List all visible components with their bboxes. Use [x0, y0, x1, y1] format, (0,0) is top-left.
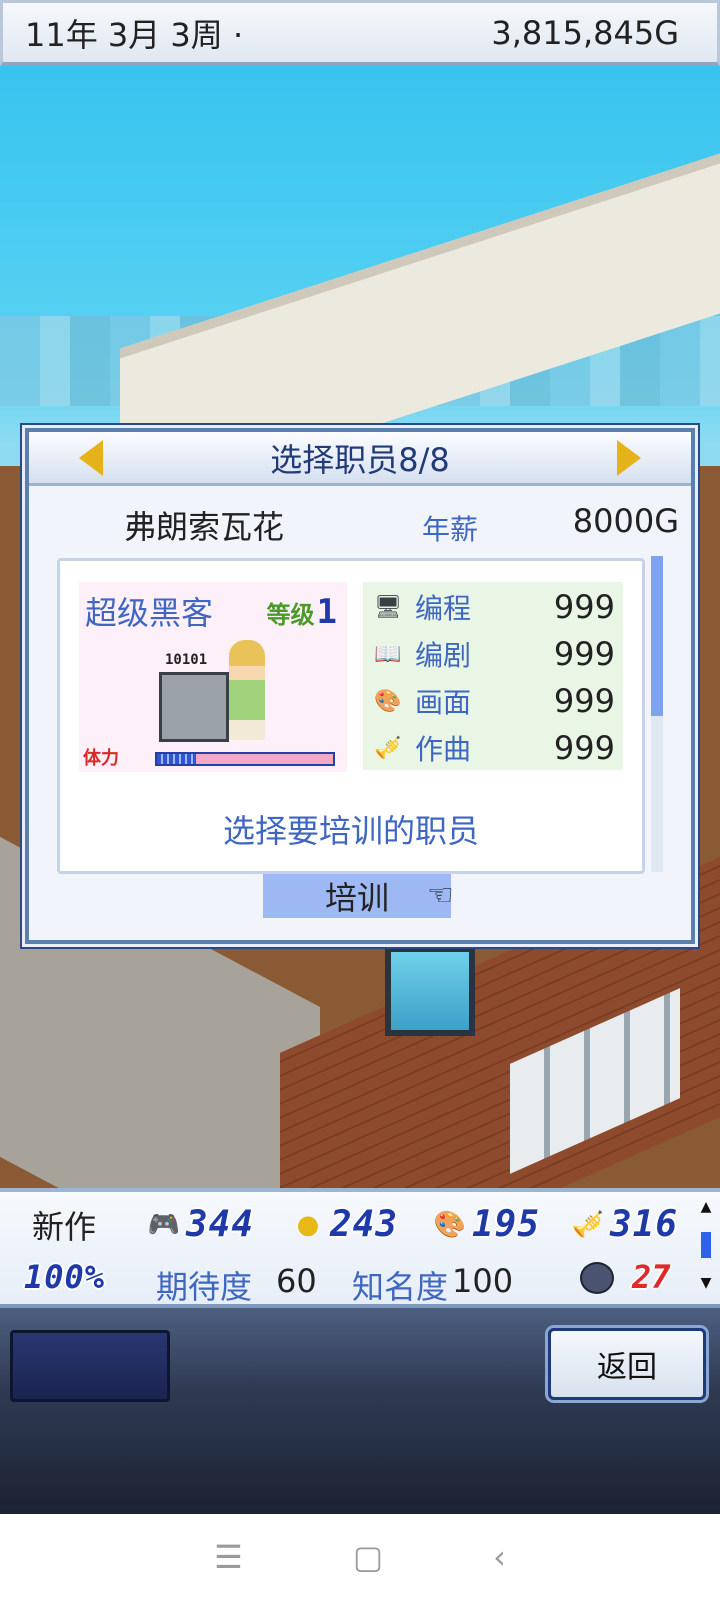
- resource-value: 243: [330, 1204, 399, 1245]
- resource-sound: 🎺 316: [568, 1204, 678, 1245]
- stat-label: 画面: [415, 686, 472, 719]
- back-icon[interactable]: ‹: [493, 1538, 506, 1576]
- empty-command-slot[interactable]: [10, 1330, 170, 1402]
- stat-row-graphics: 🎨 画面 999: [363, 678, 623, 724]
- resource-value: 344: [186, 1204, 255, 1245]
- panel-scroll-thumb[interactable]: [651, 556, 663, 716]
- resource-value: 195: [472, 1204, 541, 1245]
- employee-sprite: [229, 640, 265, 740]
- scroll-down-icon[interactable]: ▼: [700, 1276, 712, 1290]
- job-card: 超级黑客 等级 1 10101 体力: [79, 582, 347, 772]
- stat-row-programming: 🖥 编程 999: [363, 584, 623, 630]
- next-arrow-icon[interactable]: [617, 440, 641, 476]
- employee-name: 弗朗索瓦花: [124, 508, 285, 546]
- bug-count: 27: [632, 1258, 671, 1296]
- employee-info: 弗朗索瓦花 年薪 8000G: [29, 502, 699, 548]
- info-scroll-thumb[interactable]: [701, 1232, 711, 1258]
- instruction-text: 选择要培训的职员: [222, 812, 479, 850]
- stat-label: 编剧: [415, 639, 472, 672]
- bug-icon: [580, 1262, 614, 1294]
- stat-value: 999: [553, 588, 615, 626]
- expectation-label: 期待度: [156, 1268, 253, 1306]
- dialog-title: 选择职员8/8: [270, 440, 450, 479]
- expectation-value: 60: [276, 1262, 317, 1300]
- job-name: 超级黑客: [85, 594, 214, 632]
- stat-value: 999: [553, 729, 615, 767]
- back-button-label: 返回: [597, 1350, 657, 1385]
- stat-value: 999: [553, 682, 615, 720]
- back-button[interactable]: 返回: [548, 1328, 706, 1400]
- resource-graphics: 🎨 195: [430, 1204, 540, 1245]
- stamina-label: 体力: [83, 748, 119, 769]
- trumpet-icon: 🎺: [571, 1209, 605, 1240]
- stats-panel: 🖥 编程 999 📖 编剧 999 🎨 画面 999 🎺 作曲 999: [363, 582, 623, 770]
- screen-text: 10101: [165, 652, 208, 668]
- coin-icon: ●: [296, 1209, 320, 1240]
- stat-label: 作曲: [415, 733, 472, 766]
- stamina-fill: [157, 754, 196, 764]
- computer-desk-icon: [159, 672, 229, 742]
- stat-label: 编程: [415, 592, 472, 625]
- stat-row-scenario: 📖 编剧 999: [363, 631, 623, 677]
- stat-row-sound: 🎺 作曲 999: [363, 725, 623, 771]
- fame-label: 知名度: [352, 1268, 449, 1306]
- train-button-label: 培训: [324, 879, 389, 917]
- salary-label: 年薪: [422, 513, 479, 546]
- project-info-bar[interactable]: 新作 100% 🎮 344 ● 243 🎨 195 🎺 316 期待度 60 知…: [0, 1188, 720, 1308]
- computer-icon: 🖥: [374, 594, 402, 620]
- command-area: 返回: [0, 1308, 720, 1514]
- game-date: 11年 3月 3周 ·: [25, 15, 244, 54]
- aquarium[interactable]: [385, 946, 475, 1036]
- trumpet-icon: 🎺: [374, 735, 402, 761]
- resource-fun: 🎮 344: [144, 1204, 254, 1245]
- train-button[interactable]: 培训: [263, 874, 451, 918]
- menu-icon[interactable]: ☰: [214, 1538, 243, 1576]
- stamina-bar: [155, 752, 335, 766]
- project-progress: 100%: [24, 1258, 106, 1296]
- pointing-hand-icon: ☜: [427, 878, 454, 913]
- paint-icon: 🎨: [374, 688, 402, 714]
- resource-creativity: ● 243: [288, 1204, 398, 1245]
- prev-arrow-icon[interactable]: [79, 440, 103, 476]
- salary-value: 8000G: [572, 502, 679, 540]
- status-bar: 11年 3月 3周 · 3,815,845G: [0, 0, 720, 66]
- fame-value: 100: [452, 1262, 514, 1300]
- scroll-up-icon[interactable]: ▲: [700, 1200, 712, 1214]
- stat-value: 999: [553, 635, 615, 673]
- money-amount: 3,815,845G: [491, 13, 679, 52]
- level-value: 1: [316, 592, 337, 632]
- project-title: 新作: [32, 1208, 97, 1246]
- book-icon: 📖: [374, 641, 402, 667]
- paint-icon: 🎨: [433, 1209, 467, 1240]
- select-staff-dialog: 选择职员8/8 弗朗索瓦花 年薪 8000G 超级黑客 等级 1 10101 体…: [25, 428, 695, 944]
- controller-icon: 🎮: [147, 1209, 181, 1240]
- level-label: 等级: [266, 601, 315, 629]
- level-badge: 等级 1: [267, 592, 337, 632]
- home-icon[interactable]: ▢: [353, 1538, 383, 1576]
- resource-value: 316: [610, 1204, 679, 1245]
- system-nav-bar: ☰ ▢ ‹: [0, 1514, 720, 1600]
- dialog-header: 选择职员8/8: [29, 432, 691, 486]
- info-scrollbar[interactable]: ▲ ▼: [700, 1200, 712, 1300]
